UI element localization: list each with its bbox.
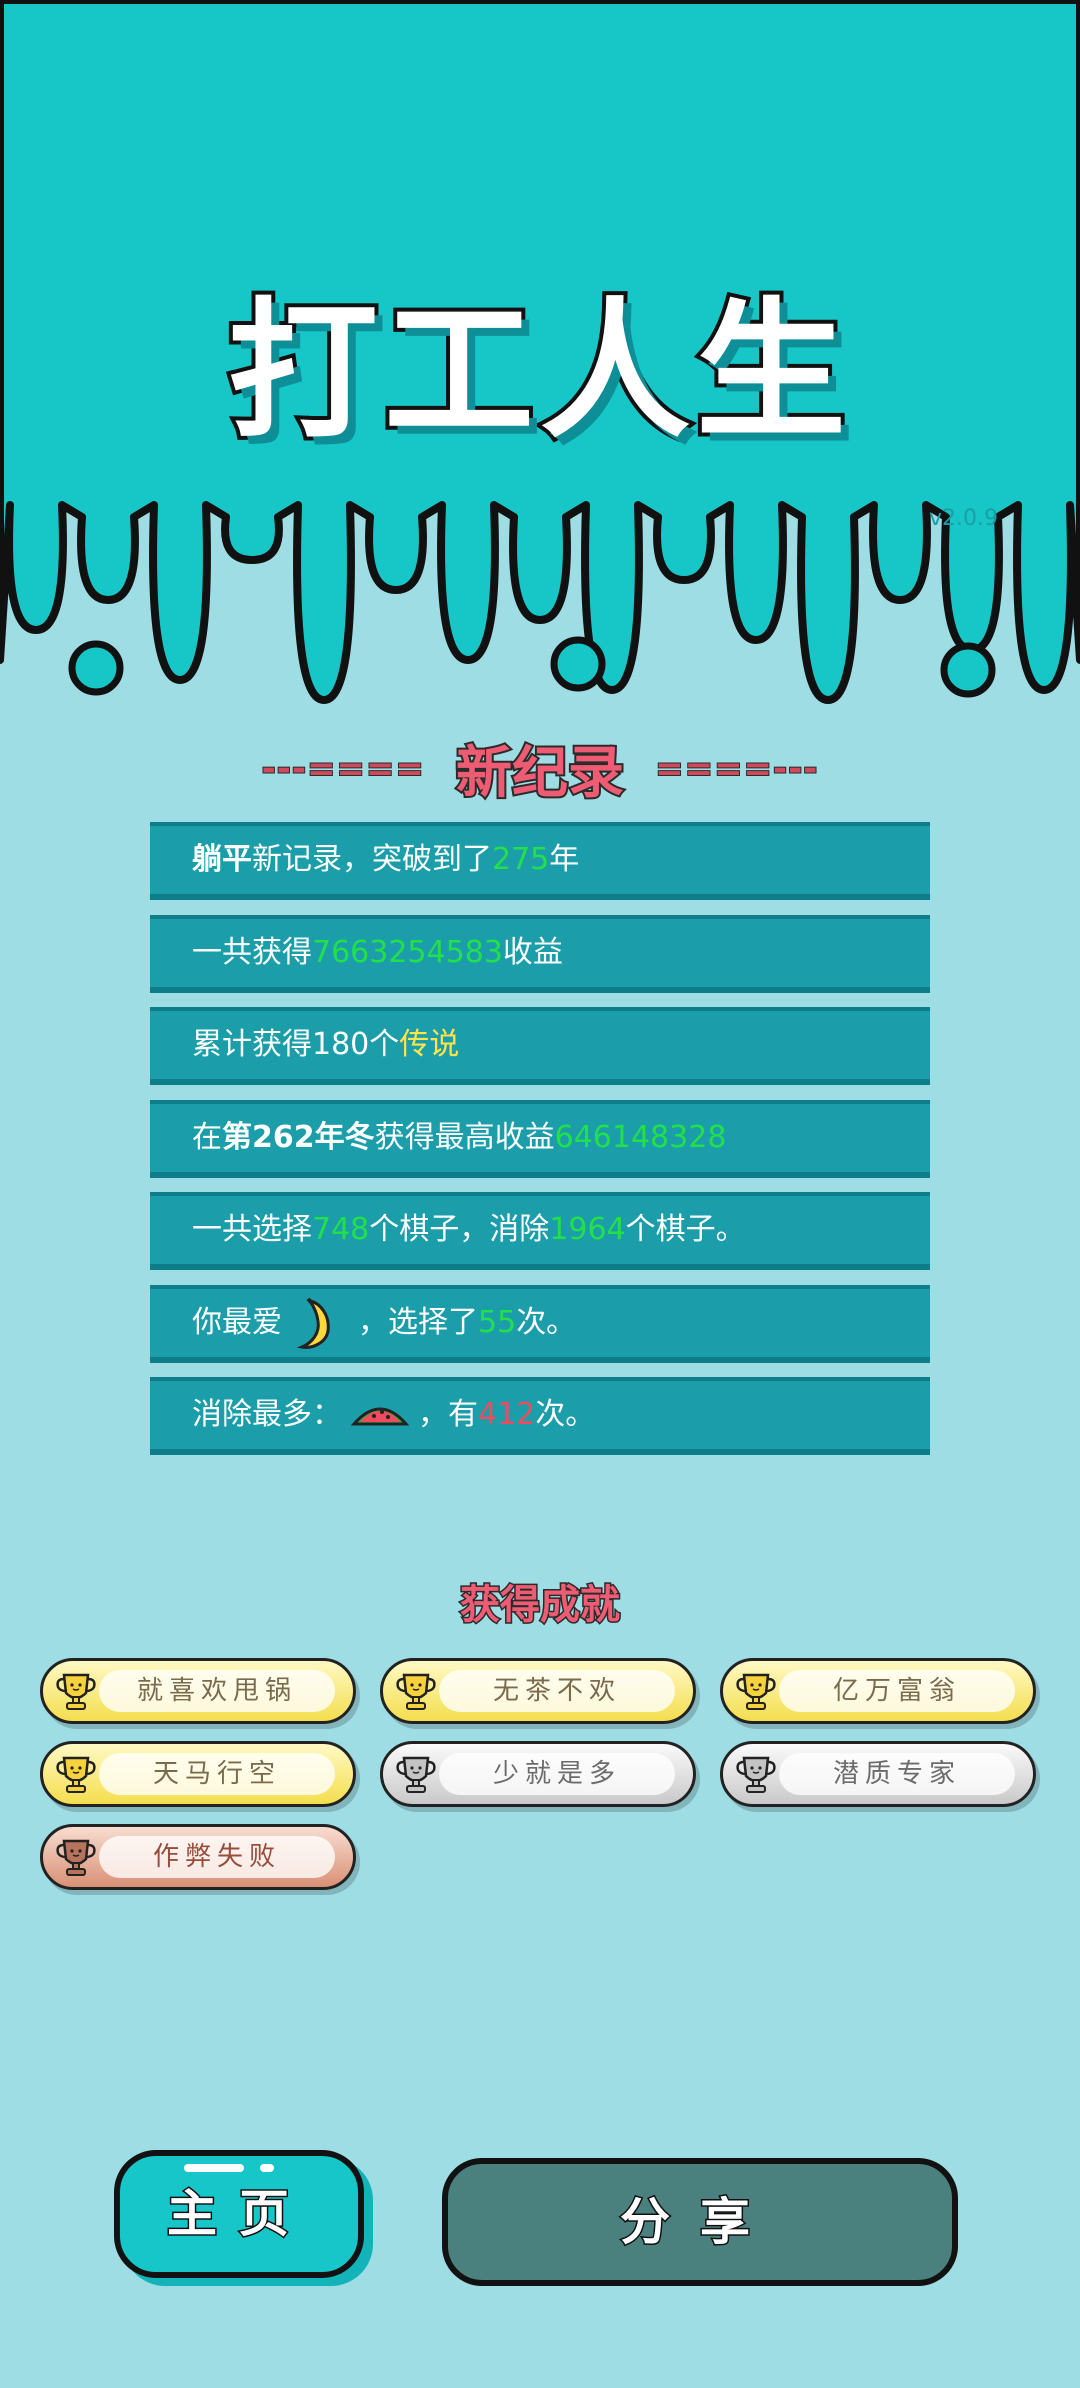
trophy-icon bbox=[733, 1669, 779, 1715]
stat-text: 个棋子，消除 bbox=[369, 1212, 550, 1247]
stat-text: 在 bbox=[192, 1119, 222, 1155]
stat-text: 次。 bbox=[535, 1397, 596, 1432]
stat-row: 一共选择748个棋子，消除1964个棋子。 bbox=[150, 1192, 930, 1270]
achievement-label: 少就是多 bbox=[492, 1759, 621, 1789]
achievement-badge[interactable]: 潜质专家 bbox=[720, 1741, 1036, 1807]
stat-text: 年 bbox=[549, 842, 580, 877]
stat-highlight: 275 bbox=[492, 842, 550, 877]
watermelon-icon bbox=[350, 1386, 410, 1446]
achievement-label: 亿万富翁 bbox=[832, 1676, 961, 1706]
trophy-icon bbox=[393, 1752, 439, 1798]
share-button-label: 分享 bbox=[619, 2192, 780, 2253]
stat-text: 收益 bbox=[502, 934, 563, 970]
home-button-label: 主页 bbox=[166, 2184, 311, 2245]
trophy-icon bbox=[733, 1752, 779, 1798]
version-label: v2.0.9 bbox=[929, 506, 998, 531]
stat-row: 累计获得180个传说 bbox=[150, 1007, 930, 1085]
stat-text: 一共获得 bbox=[192, 934, 312, 970]
drip-drop bbox=[940, 642, 996, 698]
banana-icon bbox=[290, 1293, 350, 1353]
record-title: 新纪录 bbox=[454, 739, 626, 808]
stat-highlight: 1964 bbox=[549, 1212, 626, 1247]
achievement-badge[interactable]: 亿万富翁 bbox=[720, 1658, 1036, 1724]
stat-highlight: 748 bbox=[312, 1212, 370, 1247]
drip-drop bbox=[68, 640, 124, 696]
stat-text: 累计获得180个 bbox=[192, 1027, 400, 1062]
record-dashes-right: ====--- bbox=[654, 748, 819, 790]
new-record-header: ---==== 新纪录 ====--- bbox=[0, 728, 1080, 808]
share-button[interactable]: 分享 bbox=[442, 2158, 958, 2286]
achievement-label: 潜质专家 bbox=[832, 1759, 961, 1789]
achievement-label: 天马行空 bbox=[152, 1759, 281, 1789]
stat-text: 你最爱 bbox=[192, 1304, 282, 1340]
achievement-badge[interactable]: 少就是多 bbox=[380, 1741, 696, 1807]
drip-drop bbox=[550, 636, 606, 692]
stat-row: 一共获得7663254583收益 bbox=[150, 914, 930, 993]
stat-highlight: 412 bbox=[478, 1397, 536, 1432]
stat-text: 获得最高收益 bbox=[374, 1119, 555, 1155]
achievement-badge[interactable]: 就喜欢甩锅 bbox=[40, 1658, 356, 1724]
trophy-icon bbox=[53, 1752, 99, 1798]
trophy-icon bbox=[53, 1835, 99, 1881]
stat-row: 在第262年冬获得最高收益646148328 bbox=[150, 1099, 930, 1178]
stat-highlight: 传说 bbox=[399, 1027, 460, 1062]
achievement-badge[interactable]: 无茶不欢 bbox=[380, 1658, 696, 1724]
stat-text: 一共选择 bbox=[192, 1212, 312, 1247]
stat-highlight: 55 bbox=[478, 1304, 517, 1340]
button-highlight bbox=[184, 2164, 244, 2172]
achievements-heading: 获得成就 bbox=[459, 1581, 622, 1630]
home-button[interactable]: 主页 bbox=[114, 2150, 364, 2278]
stat-highlight: 第262年冬 bbox=[222, 1119, 375, 1155]
achievement-badge[interactable]: 天马行空 bbox=[40, 1741, 356, 1807]
achievement-badge[interactable]: 作弊失败 bbox=[40, 1824, 356, 1890]
stat-row: 消除最多： ，有412次。 bbox=[150, 1377, 930, 1455]
stat-text: 新记录，突破到了 bbox=[252, 842, 492, 877]
achievement-label: 无茶不欢 bbox=[492, 1676, 621, 1706]
stat-text: 个棋子。 bbox=[625, 1212, 746, 1247]
trophy-icon bbox=[53, 1669, 99, 1715]
stat-text: ，选择了 bbox=[358, 1304, 478, 1340]
achievement-label: 作弊失败 bbox=[152, 1842, 281, 1872]
stat-text: 消除最多： bbox=[192, 1397, 342, 1432]
stat-highlight: 7663254583 bbox=[312, 934, 503, 970]
stat-row: 你最爱 ，选择了55次。 bbox=[150, 1284, 930, 1363]
stat-text: 次。 bbox=[516, 1304, 577, 1340]
stat-highlight: 646148328 bbox=[554, 1119, 727, 1155]
record-dashes-left: ---==== bbox=[261, 748, 425, 790]
stat-text: ，有 bbox=[418, 1397, 478, 1432]
game-title: 打工人生 bbox=[224, 281, 852, 463]
stat-highlight: 躺平 bbox=[192, 842, 252, 877]
achievement-label: 就喜欢甩锅 bbox=[136, 1676, 297, 1706]
trophy-icon bbox=[393, 1669, 439, 1715]
button-highlight bbox=[260, 2164, 274, 2172]
stat-row: 躺平新记录，突破到了275年 bbox=[150, 822, 930, 900]
